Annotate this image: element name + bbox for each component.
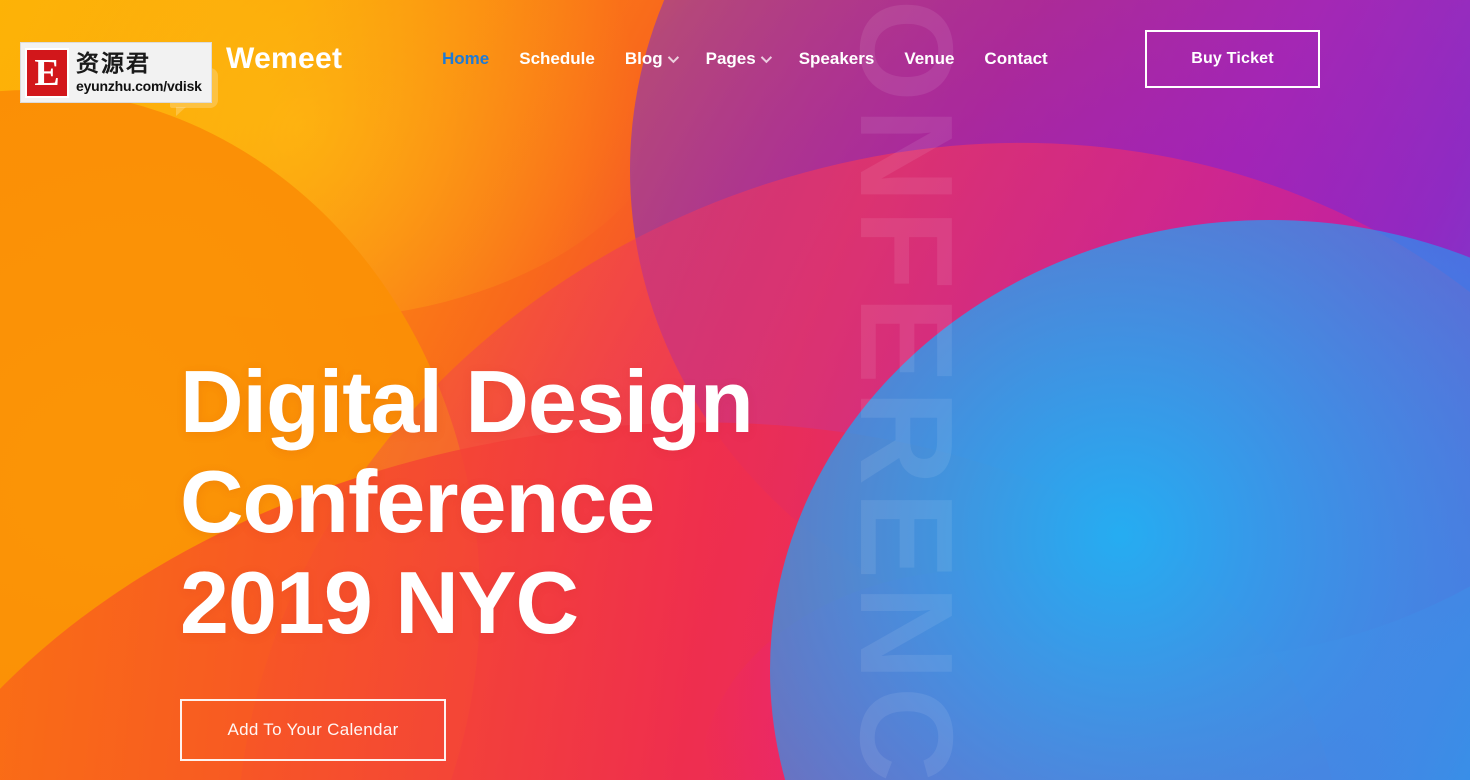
nav-item-venue[interactable]: Venue xyxy=(904,49,954,69)
nav-item-blog[interactable]: Blog xyxy=(624,49,679,69)
nav-item-label: Home xyxy=(442,49,490,68)
nav-item-label: Schedule xyxy=(519,49,595,68)
nav-item-pages[interactable]: Pages xyxy=(705,49,772,69)
nav-item-label: Venue xyxy=(904,49,955,68)
eyunzhu-watermark-badge: E 资源君 eyunzhu.com/vdisk xyxy=(20,42,212,103)
page-title-line: 2019 NYC xyxy=(180,552,579,652)
brand-logo[interactable]: Wemeet E 资源君 eyunzhu.com/vdisk xyxy=(20,42,380,116)
add-to-calendar-button[interactable]: Add To Your Calendar xyxy=(180,698,446,761)
site-header: Wemeet E 资源君 eyunzhu.com/vdisk Home Sche… xyxy=(0,0,1470,118)
page-title: Digital Design Conference 2019 NYC xyxy=(180,352,754,653)
watermark-chinese-text: 资源君 xyxy=(76,50,151,77)
page-title-line: Conference xyxy=(180,452,655,552)
nav-item-schedule[interactable]: Schedule xyxy=(519,49,595,69)
buy-ticket-button[interactable]: Buy Ticket xyxy=(1145,30,1320,88)
nav-item-home[interactable]: Home xyxy=(442,49,489,69)
nav-item-label: Pages xyxy=(705,49,756,68)
chevron-down-icon xyxy=(760,51,772,64)
watermark-text-group: 资源君 eyunzhu.com/vdisk xyxy=(76,50,202,94)
nav-item-label: Contact xyxy=(984,49,1048,68)
nav-item-contact[interactable]: Contact xyxy=(984,49,1047,69)
hero-content: Digital Design Conference 2019 NYC Add T… xyxy=(180,352,754,761)
main-navigation: Home Schedule Blog Pages Speakers Venue … xyxy=(442,49,1048,69)
nav-item-label: Speakers xyxy=(798,49,875,68)
watermark-letter-e-icon: E xyxy=(25,47,69,98)
page-title-line: Digital Design xyxy=(180,352,754,451)
watermark-url-text: eyunzhu.com/vdisk xyxy=(76,77,202,94)
nav-item-label: Blog xyxy=(624,49,663,68)
hero-section: CONFERENCE Wemeet E 资源君 eyunzhu.com/vdis… xyxy=(0,0,1470,780)
brand-name: Wemeet xyxy=(226,42,343,75)
chevron-down-icon xyxy=(667,51,679,64)
nav-item-speakers[interactable]: Speakers xyxy=(799,49,875,69)
